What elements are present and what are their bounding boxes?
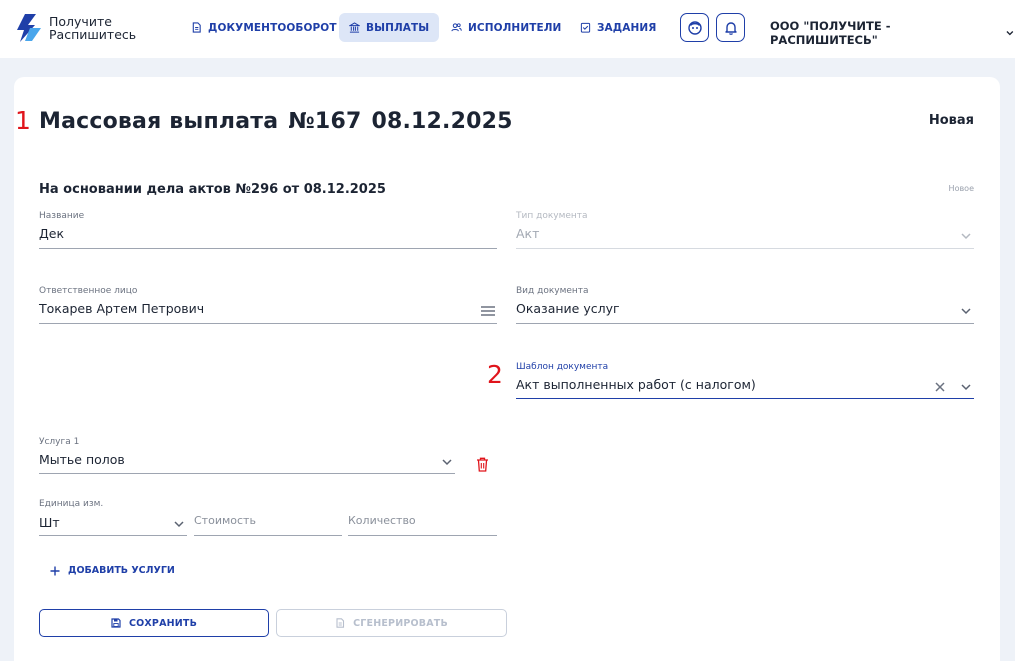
bank-icon xyxy=(349,22,360,33)
support-chat-icon xyxy=(687,20,702,35)
top-navigation-bar: Получите Распишитесь ДОКУМЕНТООБОРОТ ВЫП… xyxy=(0,0,1015,58)
users-icon xyxy=(451,23,462,32)
save-button[interactable]: СОХРАНИТЬ xyxy=(39,609,269,637)
document-kind-label: Вид документа xyxy=(516,286,589,296)
nav-payouts[interactable]: ВЫПЛАТЫ xyxy=(339,13,440,42)
clear-icon[interactable] xyxy=(934,381,946,393)
name-field[interactable]: Название Дек xyxy=(39,211,497,249)
unit-select[interactable]: Единица изм. Шт xyxy=(39,499,187,536)
add-service-label: ДОБАВИТЬ УСЛУГИ xyxy=(68,565,175,576)
nav-document-flow[interactable]: ДОКУМЕНТООБОРОТ xyxy=(181,13,347,42)
organization-selector[interactable]: ООО "ПОЛУЧИТЕ - РАСПИШИТЕСЬ" xyxy=(770,19,1015,47)
save-icon xyxy=(111,618,121,628)
notifications-button[interactable] xyxy=(716,13,745,42)
checklist-icon xyxy=(580,22,591,33)
generate-button[interactable]: СГЕНЕРИРОВАТЬ xyxy=(276,609,507,637)
basis-subtitle: На основании дела актов №296 от 08.12.20… xyxy=(39,182,386,197)
nav-executors-label: ИСПОЛНИТЕЛИ xyxy=(468,21,562,34)
logo-icon xyxy=(17,14,41,42)
app-logo[interactable]: Получите Распишитесь xyxy=(16,12,146,44)
responsible-person-value: Токарев Артем Петрович xyxy=(39,301,205,316)
document-icon xyxy=(336,618,345,628)
nav-payouts-label: ВЫПЛАТЫ xyxy=(366,21,430,34)
chevron-down-icon xyxy=(442,459,452,466)
document-template-select[interactable]: Шаблон документа Акт выполненных работ (… xyxy=(516,362,974,399)
chevron-down-icon xyxy=(174,521,184,528)
nav-executors[interactable]: ИСПОЛНИТЕЛИ xyxy=(441,13,571,42)
title-number: №167 xyxy=(288,109,362,134)
logo-line-2: Распишитесь xyxy=(49,27,137,42)
chevron-down-icon xyxy=(1006,31,1014,36)
save-label: СОХРАНИТЬ xyxy=(128,617,198,629)
menu-list-icon[interactable] xyxy=(481,305,495,317)
bell-icon xyxy=(724,21,737,35)
title-prefix: Массовая выплата xyxy=(39,109,279,134)
name-label: Название xyxy=(39,211,85,221)
responsible-person-field[interactable]: Ответственное лицо Токарев Артем Петрови… xyxy=(39,286,497,324)
support-button[interactable] xyxy=(680,13,709,42)
trash-icon[interactable] xyxy=(476,457,489,472)
document-kind-value: Оказание услуг xyxy=(516,301,620,316)
logo-text: Получите Распишитесь xyxy=(49,15,136,41)
title-date: 08.12.2025 xyxy=(371,109,513,134)
basis-status: Новое xyxy=(948,184,974,193)
document-template-label: Шаблон документа xyxy=(516,362,609,372)
annotation-marker-2: 2 xyxy=(487,360,503,389)
nav-tasks[interactable]: ЗАДАНИЯ xyxy=(570,13,666,42)
quantity-placeholder: Количество xyxy=(348,514,416,527)
responsible-person-label: Ответственное лицо xyxy=(39,286,138,296)
cost-input[interactable]: Стоимость xyxy=(194,499,342,536)
generate-label: СГЕНЕРИРОВАТЬ xyxy=(353,617,448,629)
organization-name: ООО "ПОЛУЧИТЕ - РАСПИШИТЕСЬ" xyxy=(770,19,891,47)
status-badge: Новая xyxy=(928,113,974,128)
annotation-marker-1: 1 xyxy=(15,106,31,135)
chevron-down-icon xyxy=(961,308,971,315)
cost-placeholder: Стоимость xyxy=(194,514,256,527)
service-label: Услуга 1 xyxy=(39,437,80,447)
add-service-button[interactable]: ДОБАВИТЬ УСЛУГИ xyxy=(50,565,175,576)
document-type-label: Тип документа xyxy=(516,211,588,221)
unit-label: Единица изм. xyxy=(39,499,104,509)
document-kind-select[interactable]: Вид документа Оказание услуг xyxy=(516,286,974,324)
chevron-down-icon[interactable] xyxy=(960,381,972,393)
plus-icon xyxy=(50,566,60,575)
chevron-down-icon xyxy=(961,233,971,240)
nav-document-flow-label: ДОКУМЕНТООБОРОТ xyxy=(208,21,337,34)
nav-tasks-label: ЗАДАНИЯ xyxy=(597,21,657,34)
unit-value: Шт xyxy=(39,515,60,530)
service-value: Мытье полов xyxy=(39,452,125,467)
document-type-select: Тип документа Акт xyxy=(516,211,974,249)
page-title: Массовая выплата №167 08.12.2025 xyxy=(39,109,523,134)
document-type-value: Акт xyxy=(516,226,540,241)
service-select[interactable]: Услуга 1 Мытье полов xyxy=(39,437,455,474)
document-icon xyxy=(192,22,201,33)
name-value: Дек xyxy=(39,226,65,241)
document-template-value: Акт выполненных работ (с налогом) xyxy=(516,377,756,392)
quantity-input[interactable]: Количество xyxy=(348,499,497,536)
